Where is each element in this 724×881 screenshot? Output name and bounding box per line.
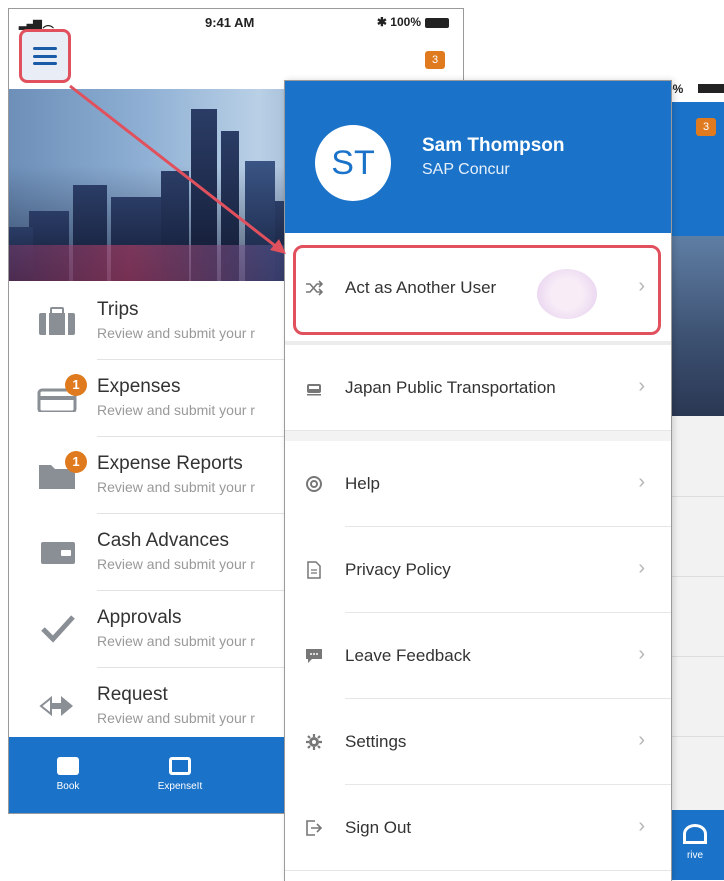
menu-item-label: Help [345, 474, 380, 493]
menu-item-label: Japan Public Transportation [345, 378, 556, 397]
hamburger-icon [33, 47, 57, 65]
tab-label: Book [56, 781, 80, 792]
tab-label: ExpenseIt [157, 781, 203, 792]
train-icon [307, 384, 321, 396]
bluetooth-icon: ✱ [376, 15, 391, 29]
battery-percent: 100% [390, 15, 421, 29]
avatar[interactable]: ST [315, 125, 391, 201]
expenses-badge: 1 [65, 374, 87, 396]
home-item-title: Expenses [97, 376, 181, 397]
menu-button[interactable] [19, 29, 71, 83]
chevron-right-icon: › [638, 471, 645, 493]
home-item-subtitle: Review and submit your r [97, 556, 255, 572]
menu-item-help[interactable]: Help › [285, 441, 671, 527]
menu-item-label: Leave Feedback [345, 646, 471, 665]
gear-icon [306, 734, 322, 750]
home-item-title: Trips [97, 299, 139, 320]
sign-out-icon [306, 820, 323, 836]
home-item-title: Approvals [97, 607, 182, 628]
wallet-icon [41, 542, 75, 564]
document-icon [307, 561, 321, 579]
status-bar: ▂▄▆ ︵ 9:41 AM ✱ 100% [9, 9, 463, 35]
battery-indicator: ✱ 100% [377, 15, 449, 29]
menu-item-sign-out[interactable]: Sign Out › [285, 785, 671, 871]
home-item-subtitle: Review and submit your r [97, 402, 255, 418]
exchange-arrows-icon [39, 695, 73, 717]
chevron-right-icon: › [638, 557, 645, 579]
menu-item-label: Settings [345, 732, 407, 751]
menu-item-label: Sign Out [345, 818, 412, 837]
menu-item-settings[interactable]: Settings › [285, 699, 671, 785]
company-name: SAP Concur [422, 161, 510, 178]
user-name: Sam Thompson [422, 135, 565, 156]
notification-badge[interactable]: 3 [425, 51, 445, 69]
status-time: 9:41 AM [205, 15, 255, 30]
camera-icon [169, 757, 191, 775]
highlight-outline [293, 245, 661, 335]
tab-book[interactable]: Book [23, 737, 113, 813]
notification-badge[interactable]: 3 [696, 118, 716, 136]
home-item-subtitle: Review and submit your r [97, 479, 255, 495]
menu-item-leave-feedback[interactable]: Leave Feedback › [285, 613, 671, 699]
home-item-title: Expense Reports [97, 453, 243, 474]
lifebuoy-icon [306, 476, 322, 492]
navigation-drawer: ST Sam Thompson SAP Concur Act as Anothe… [284, 80, 672, 881]
checkmark-icon [41, 615, 75, 643]
home-item-title: Cash Advances [97, 530, 230, 551]
menu-item-japan-public-transportation[interactable]: Japan Public Transportation › [285, 345, 671, 431]
suitcase-icon [57, 757, 79, 775]
menu-item-privacy-policy[interactable]: Privacy Policy › [285, 527, 671, 613]
home-item-subtitle: Review and submit your r [97, 633, 255, 649]
chat-bubble-icon [306, 649, 322, 663]
chevron-right-icon: › [638, 375, 645, 397]
profile-header: ST Sam Thompson SAP Concur [285, 81, 671, 233]
menu-item-label: Privacy Policy [345, 560, 451, 579]
chevron-right-icon: › [638, 815, 645, 837]
gauge-icon [683, 824, 707, 844]
home-item-title: Request [97, 684, 168, 705]
battery-icon [425, 17, 449, 28]
expense-reports-badge: 1 [65, 451, 87, 473]
home-item-subtitle: Review and submit your r [97, 710, 255, 726]
tab-expenseit[interactable]: ExpenseIt [135, 737, 225, 813]
home-item-subtitle: Review and submit your r [97, 325, 255, 341]
battery-icon [698, 84, 724, 93]
suitcase-icon [39, 307, 75, 335]
chevron-right-icon: › [638, 729, 645, 751]
chevron-right-icon: › [638, 643, 645, 665]
